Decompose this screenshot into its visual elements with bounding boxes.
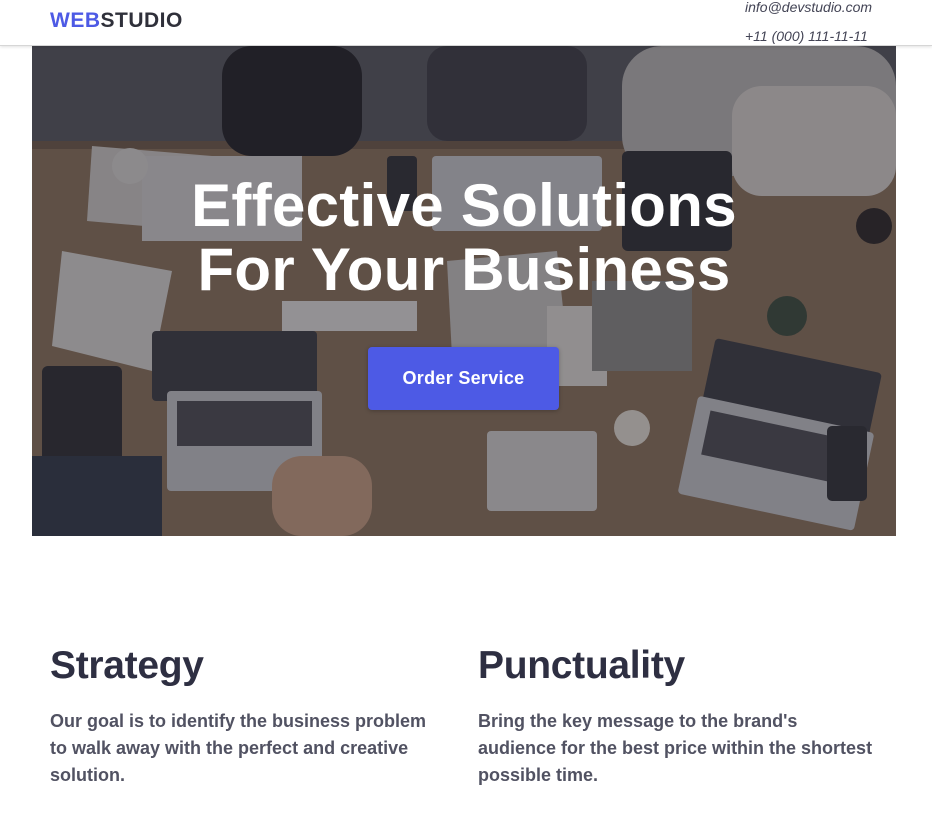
- logo-link[interactable]: WEBSTUDIO: [50, 9, 183, 33]
- feature-text: Bring the key message to the brand's aud…: [478, 711, 873, 785]
- feature-strategy: Strategy Our goal is to identify the bus…: [50, 645, 445, 789]
- phone-link[interactable]: +11 (000) 111-11-11: [745, 29, 868, 43]
- feature-text: Our goal is to identify the business pro…: [50, 711, 427, 785]
- hero-section: Effective Solutions For Your Business Or…: [32, 46, 896, 536]
- logo-text: STUDIO: [100, 9, 183, 32]
- site-header: WEBSTUDIO info@devstudio.com +11 (000) 1…: [0, 0, 932, 46]
- feature-punctuality: Punctuality Bring the key message to the…: [478, 645, 873, 789]
- feature-title: Strategy: [50, 644, 204, 687]
- logo-accent: WEB: [50, 9, 101, 32]
- order-service-button[interactable]: Order Service: [368, 347, 559, 410]
- email-link[interactable]: info@devstudio.com: [745, 0, 872, 14]
- hero-title: Effective Solutions For Your Business: [191, 172, 737, 303]
- feature-title: Punctuality: [478, 644, 685, 687]
